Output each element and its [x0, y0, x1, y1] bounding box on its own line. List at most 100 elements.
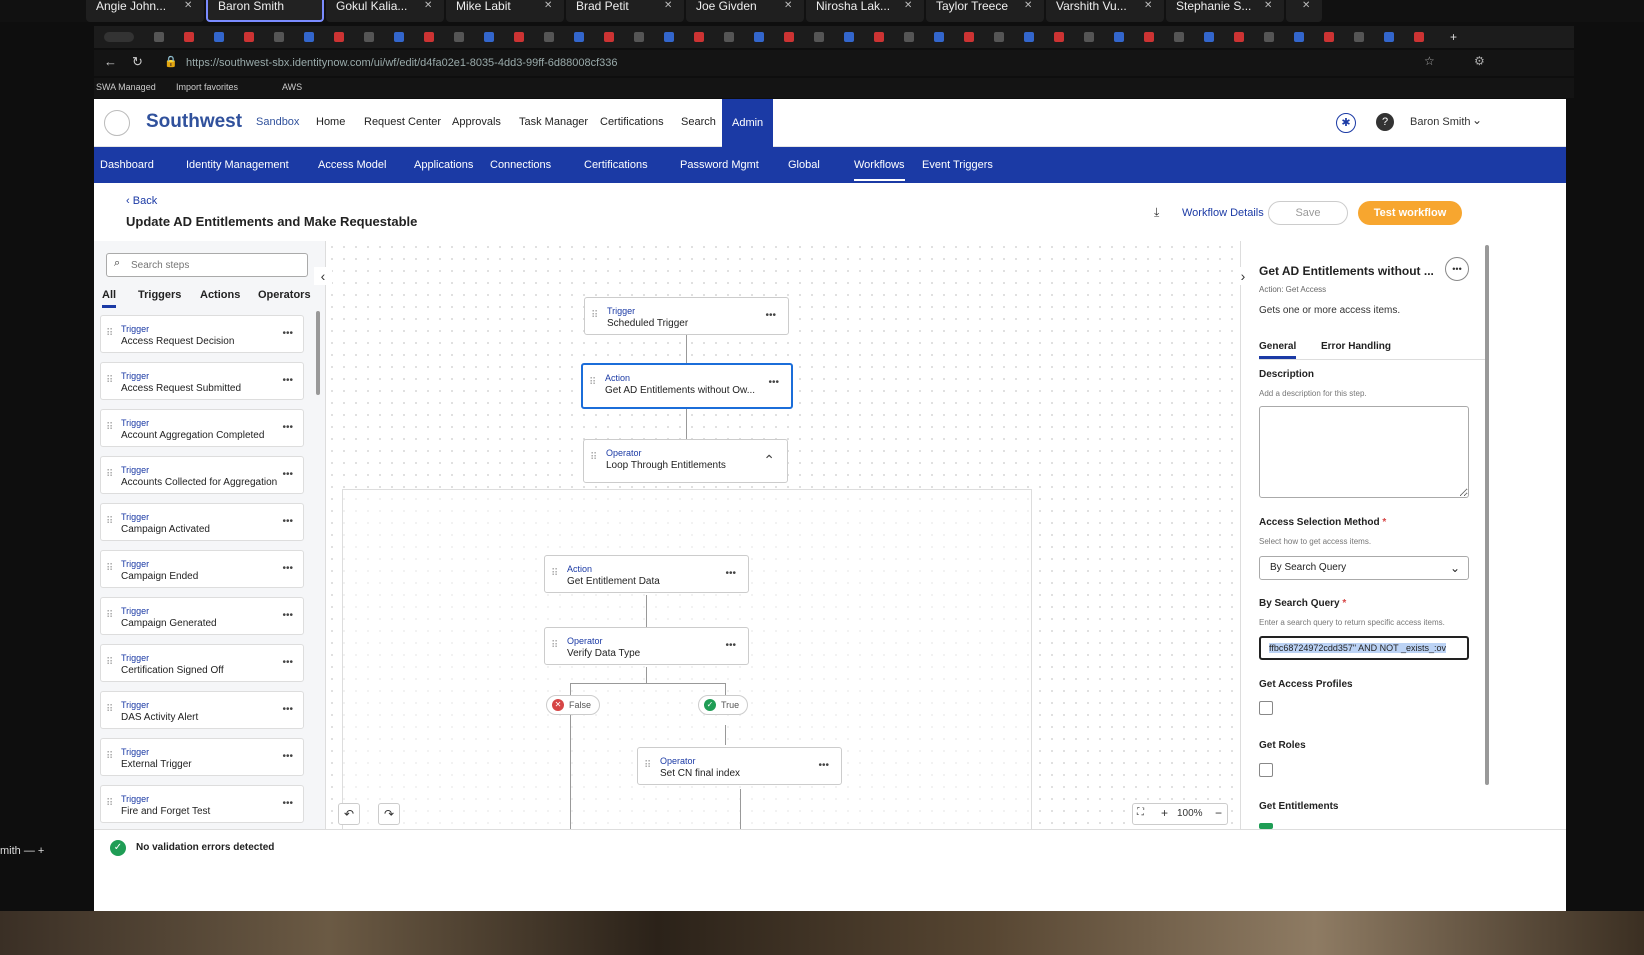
get-roles-checkbox[interactable] [1259, 763, 1273, 777]
redo-icon[interactable]: ↷ [378, 803, 400, 825]
tab-icon[interactable] [1384, 32, 1394, 42]
participant-tile[interactable]: Varshith Vu... ✕ [1046, 0, 1164, 22]
favorite-swa-managed[interactable]: SWA Managed [96, 82, 156, 92]
tab-icon[interactable] [1054, 32, 1064, 42]
minimize-icon[interactable]: — [24, 845, 35, 857]
access-selection-select[interactable]: By Search Query ⌄ [1259, 556, 1469, 580]
filter-tab-triggers[interactable]: Triggers [138, 289, 181, 301]
favorite-star-icon[interactable]: ☆ [1424, 54, 1435, 68]
subnav-connections[interactable]: Connections [490, 159, 551, 171]
tab-general[interactable]: General [1259, 341, 1297, 359]
drag-handle-icon[interactable]: ⠿ [106, 516, 113, 527]
subnav-global[interactable]: Global [788, 159, 820, 171]
tab-icon[interactable] [1114, 32, 1124, 42]
nav-request-center[interactable]: Request Center [364, 116, 441, 128]
step-card[interactable]: ⠿ Trigger Fire and Forget Test ••• [100, 785, 304, 823]
more-icon[interactable]: ••• [282, 422, 293, 433]
tab-icon[interactable] [634, 32, 644, 42]
tab-icon[interactable] [754, 32, 764, 42]
workflow-canvas[interactable]: ‹ › ⠿ Trigger Scheduled Trigger ••• ⠿ Action… [314, 241, 1252, 831]
participant-tile[interactable]: Nirosha Lak... ✕ [806, 0, 924, 22]
back-arrow-icon[interactable]: ← [104, 54, 117, 69]
tab-icon[interactable] [424, 32, 434, 42]
nav-certifications[interactable]: Certifications [600, 116, 664, 128]
more-icon[interactable]: ••• [282, 657, 293, 668]
participant-tile[interactable]: Baron Smith [206, 0, 324, 22]
drag-handle-icon[interactable]: ⠿ [551, 640, 558, 651]
tab-icon[interactable] [844, 32, 854, 42]
help-icon[interactable]: ? [1376, 113, 1394, 131]
drag-handle-icon[interactable]: ⠿ [106, 704, 113, 715]
subnav-event-triggers[interactable]: Event Triggers [922, 159, 993, 171]
tab-icon[interactable] [184, 32, 194, 42]
drag-handle-icon[interactable]: ⠿ [106, 422, 113, 433]
drag-handle-icon[interactable]: ⠿ [106, 563, 113, 574]
drag-handle-icon[interactable]: ⠿ [644, 760, 651, 771]
more-icon[interactable]: ••• [725, 568, 736, 579]
tab-icon[interactable] [874, 32, 884, 42]
nav-home[interactable]: Home [316, 116, 345, 128]
drag-handle-icon[interactable]: ⠿ [106, 610, 113, 621]
filter-tab-actions[interactable]: Actions [200, 289, 240, 301]
tab-icon[interactable] [574, 32, 584, 42]
tab-icon[interactable] [1144, 32, 1154, 42]
collapse-right-icon[interactable]: › [1234, 267, 1252, 285]
drag-handle-icon[interactable]: ⠿ [591, 310, 598, 321]
step-card[interactable]: ⠿ Trigger Campaign Generated ••• [100, 597, 304, 635]
user-menu[interactable]: Baron Smith [1410, 116, 1471, 128]
more-icon[interactable]: ••• [765, 310, 776, 321]
step-card[interactable]: ⠿ Trigger External Trigger ••• [100, 738, 304, 776]
subnav-dashboard[interactable]: Dashboard [100, 159, 154, 171]
node-get-entitlement-data[interactable]: ⠿ Action Get Entitlement Data ••• [544, 555, 749, 593]
workspace-icon[interactable] [104, 32, 134, 42]
accessibility-icon[interactable]: ✱ [1336, 113, 1356, 133]
nav-task-manager[interactable]: Task Manager [519, 116, 588, 128]
tab-icon[interactable] [454, 32, 464, 42]
tab-icon[interactable] [724, 32, 734, 42]
url-field[interactable]: https://southwest-sbx.identitynow.com/ui… [186, 54, 1386, 72]
tab-icon[interactable] [154, 32, 164, 42]
tab-icon[interactable] [1084, 32, 1094, 42]
chevron-down-icon[interactable]: ⌄ [1472, 113, 1482, 127]
description-textarea[interactable] [1259, 406, 1469, 498]
more-icon[interactable]: ••• [282, 751, 293, 762]
favorite-import[interactable]: Import favorites [176, 82, 238, 92]
workflow-details-link[interactable]: Workflow Details [1182, 207, 1264, 219]
zoom-in-icon[interactable]: + [1161, 806, 1168, 820]
tab-icon[interactable] [1264, 32, 1274, 42]
back-link[interactable]: ‹ Back [126, 195, 157, 207]
tab-icon[interactable] [244, 32, 254, 42]
tab-icon[interactable] [1204, 32, 1214, 42]
more-icon[interactable]: ••• [282, 563, 293, 574]
step-card[interactable]: ⠿ Trigger Account Aggregation Completed ••• [100, 409, 304, 447]
participant-tile[interactable]: Brad Petit ✕ [566, 0, 684, 22]
reload-icon[interactable]: ↻ [132, 54, 143, 70]
save-button[interactable]: Save [1268, 201, 1348, 225]
undo-icon[interactable]: ↶ [338, 803, 360, 825]
tab-icon[interactable] [604, 32, 614, 42]
participant-tile[interactable]: Stephanie S... ✕ [1166, 0, 1284, 22]
apps-grid-icon[interactable] [104, 110, 130, 136]
favorite-aws[interactable]: AWS [282, 82, 302, 92]
node-loop-through-entitlements[interactable]: ⠿ Operator Loop Through Entitlements ⌃ [583, 439, 788, 483]
nav-admin[interactable]: Admin [722, 99, 774, 147]
tab-icon[interactable] [994, 32, 1004, 42]
step-card[interactable]: ⠿ Trigger Accounts Collected for Aggregati… [100, 456, 304, 494]
step-card[interactable]: ⠿ Trigger Campaign Ended ••• [100, 550, 304, 588]
node-set-cn-final-index[interactable]: ⠿ Operator Set CN final index ••• [637, 747, 842, 785]
chevron-up-icon[interactable]: ⌃ [763, 452, 775, 469]
tab-icon[interactable] [814, 32, 824, 42]
drag-handle-icon[interactable]: ⠿ [106, 657, 113, 668]
get-access-profiles-checkbox[interactable] [1259, 701, 1273, 715]
step-card[interactable]: ⠿ Trigger Access Request Decision ••• [100, 315, 304, 353]
tab-icon[interactable] [904, 32, 914, 42]
step-card[interactable]: ⠿ Trigger DAS Activity Alert ••• [100, 691, 304, 729]
participant-tile[interactable]: Mike Labit ✕ [446, 0, 564, 22]
participant-tile[interactable]: ✕ [1286, 0, 1322, 22]
step-card[interactable]: ⠿ Trigger Access Request Submitted ••• [100, 362, 304, 400]
tab-icon[interactable] [514, 32, 524, 42]
drag-handle-icon[interactable]: ⠿ [589, 377, 596, 388]
tab-icon[interactable] [364, 32, 374, 42]
drag-handle-icon[interactable]: ⠿ [106, 375, 113, 386]
subnav-identity-management[interactable]: Identity Management [186, 159, 289, 171]
